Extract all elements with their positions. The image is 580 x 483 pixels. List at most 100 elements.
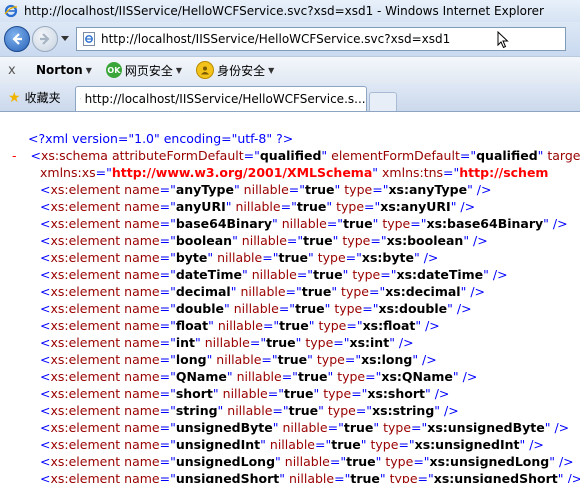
toolbar-close-button[interactable]: x xyxy=(8,63,22,78)
web-safety-menu[interactable]: OK 网页安全 ▼ xyxy=(105,62,183,79)
back-arrow-icon xyxy=(12,33,22,45)
ie-logo-icon xyxy=(4,4,18,18)
schema-ns-line: xmlns:xs="http://www.w3.org/2001/XMLSche… xyxy=(40,165,549,180)
page-icon xyxy=(79,98,81,100)
element-name-value: string xyxy=(175,403,218,418)
element-type-value: xs:byte xyxy=(361,250,414,265)
element-tag: xs:element xyxy=(50,454,121,469)
forward-arrow-icon xyxy=(40,33,50,45)
xml-element-line: <xs:element name="anyType" nillable="tru… xyxy=(40,182,492,197)
element-type-value: xs:anyURI xyxy=(380,199,451,214)
xml-element-line: <xs:element name="int" nillable="true" t… xyxy=(40,335,414,350)
element-tag: xs:element xyxy=(50,420,121,435)
element-name-value: long xyxy=(175,352,207,367)
xml-element-line: <xs:element name="QName" nillable="true"… xyxy=(40,369,478,384)
mouse-cursor-icon xyxy=(497,31,509,49)
element-tag: xs:element xyxy=(50,352,121,367)
element-name-value: short xyxy=(175,386,213,401)
favorites-button[interactable]: ★ 收藏夹 xyxy=(8,89,61,106)
xml-element-line: <xs:element name="unsignedLong" nillable… xyxy=(40,454,574,469)
element-name-value: unsignedLong xyxy=(175,454,276,469)
back-button[interactable] xyxy=(4,26,30,52)
element-tag: xs:element xyxy=(50,301,121,316)
element-tag: xs:element xyxy=(50,182,121,197)
xml-declaration: <?xml version="1.0" encoding="utf-8" ?> xyxy=(28,131,294,146)
element-type-value: xs:anyType xyxy=(388,182,468,197)
element-type-value: xs:unsignedByte xyxy=(427,420,545,435)
identity-safety-menu[interactable]: 身份安全 ▼ xyxy=(196,61,274,79)
element-type-value: xs:double xyxy=(378,301,448,316)
element-type-value: xs:unsignedShort xyxy=(433,471,558,483)
xml-element-line: <xs:element name="long" nillable="true" … xyxy=(40,352,437,367)
schema-tag: xs:schema xyxy=(40,148,108,163)
xml-element-line: <xs:element name="unsignedInt" nillable=… xyxy=(40,437,544,452)
element-name-value: QName xyxy=(175,369,227,384)
tab-bar: ★ 收藏夹 http://localhost/IISService/HelloW… xyxy=(0,83,580,112)
element-tag: xs:element xyxy=(50,403,121,418)
element-name-value: decimal xyxy=(175,284,231,299)
element-tag: xs:element xyxy=(50,335,121,350)
element-type-value: xs:QName xyxy=(381,369,453,384)
element-name-value: boolean xyxy=(175,233,233,248)
address-bar[interactable] xyxy=(76,27,566,51)
norton-toolbar: x Norton ▼ OK 网页安全 ▼ 身份安全 ▼ xyxy=(0,56,580,83)
element-tag: xs:element xyxy=(50,369,121,384)
new-tab-button[interactable] xyxy=(368,92,397,111)
page-icon xyxy=(83,32,95,46)
element-type-value: xs:string xyxy=(372,403,435,418)
xml-element-line: <xs:element name="double" nillable="true… xyxy=(40,301,472,316)
collapse-toggle[interactable]: - xyxy=(12,148,17,163)
element-type-value: xs:float xyxy=(362,318,416,333)
element-tag: xs:element xyxy=(50,233,121,248)
xml-element-line: <xs:element name="byte" nillable="true" … xyxy=(40,250,439,265)
xml-content: <?xml version="1.0" encoding="utf-8" ?> … xyxy=(0,112,580,483)
element-name-value: unsignedInt xyxy=(175,437,261,452)
identity-safety-label: 身份安全 xyxy=(217,63,266,78)
navigation-bar xyxy=(0,22,580,56)
xml-element-line: <xs:element name="unsignedByte" nillable… xyxy=(40,420,570,435)
chevron-down-icon xyxy=(61,36,69,41)
element-name-value: int xyxy=(175,335,195,350)
xml-element-line: <xs:element name="anyURI" nillable="true… xyxy=(40,199,476,214)
element-name-value: anyType xyxy=(175,182,234,197)
element-name-value: float xyxy=(175,318,209,333)
history-dropdown-button[interactable] xyxy=(60,27,70,51)
window-titlebar: http://localhost/IISService/HelloWCFServ… xyxy=(0,0,580,23)
element-type-value: xs:unsignedLong xyxy=(429,454,550,469)
element-tag: xs:element xyxy=(50,199,121,214)
element-tag: xs:element xyxy=(50,216,121,231)
element-name-value: unsignedByte xyxy=(175,420,273,435)
element-name-value: anyURI xyxy=(175,199,226,214)
element-tag: xs:element xyxy=(50,471,121,483)
tab-active[interactable]: http://localhost/IISService/HelloWCFServ… xyxy=(74,86,367,111)
element-tag: xs:element xyxy=(50,318,121,333)
forward-button[interactable] xyxy=(32,26,58,52)
element-type-value: xs:boolean xyxy=(386,233,464,248)
element-type-value: xs:unsignedInt xyxy=(414,437,520,452)
element-tag: xs:element xyxy=(50,437,121,452)
norton-menu[interactable]: Norton ▼ xyxy=(36,63,92,77)
chevron-down-icon: ▼ xyxy=(175,65,183,75)
norton-label: Norton xyxy=(36,63,83,77)
chevron-down-icon: ▼ xyxy=(85,65,92,75)
element-name-value: double xyxy=(175,301,224,316)
element-tag: xs:element xyxy=(50,284,121,299)
xml-element-line: <xs:element name="decimal" nillable="tru… xyxy=(40,284,486,299)
chevron-down-icon: ▼ xyxy=(268,65,275,75)
element-name-value: dateTime xyxy=(175,267,242,282)
address-input[interactable] xyxy=(101,32,565,46)
schema-open-line: - <xs:schema attributeFormDefault="quali… xyxy=(12,148,580,163)
element-name-value: base64Binary xyxy=(175,216,272,231)
element-type-value: xs:int xyxy=(349,335,390,350)
favorites-label: 收藏夹 xyxy=(24,91,61,105)
ok-badge-icon: OK xyxy=(105,62,122,78)
window-title: http://localhost/IISService/HelloWCFServ… xyxy=(24,4,544,18)
xml-element-line: <xs:element name="float" nillable="true"… xyxy=(40,318,440,333)
xml-element-line: <xs:element name="string" nillable="true… xyxy=(40,403,459,418)
element-tag: xs:element xyxy=(50,267,121,282)
element-tag: xs:element xyxy=(50,250,121,265)
element-type-value: xs:decimal xyxy=(385,284,461,299)
element-name-value: unsignedShort xyxy=(175,471,280,483)
element-tag: xs:element xyxy=(50,386,121,401)
element-name-value: byte xyxy=(175,250,208,265)
